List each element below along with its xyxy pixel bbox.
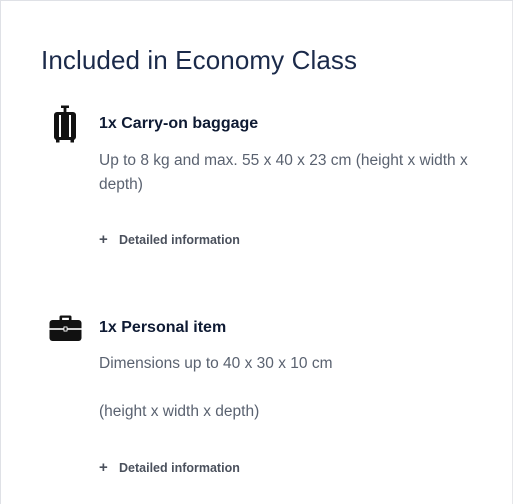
suitcase-icon	[54, 105, 76, 143]
carry-on-detailed-information-link[interactable]: + Detailed information	[99, 231, 240, 248]
baggage-panel: Included in Economy Class 1x Carry-on ba…	[0, 0, 513, 504]
personal-item-dimensions: Dimensions up to 40 x 30 x 10 cm	[99, 355, 333, 372]
page-title: Included in Economy Class	[41, 45, 358, 75]
personal-item-title: 1x Personal item	[99, 319, 227, 336]
personal-item-detailed-information-link[interactable]: + Detailed information	[99, 459, 240, 476]
plus-icon: +	[99, 231, 108, 248]
carry-on-title: 1x Carry-on baggage	[99, 115, 259, 132]
personal-item-dimension-order: (height x width x depth)	[99, 403, 260, 420]
plus-icon: +	[99, 459, 108, 476]
briefcase-icon	[49, 315, 82, 341]
detail-link-label: Detailed information	[119, 233, 240, 247]
carry-on-description: Up to 8 kg and max. 55 x 40 x 23 cm (hei…	[99, 152, 468, 193]
detail-link-label: Detailed information	[119, 461, 240, 475]
